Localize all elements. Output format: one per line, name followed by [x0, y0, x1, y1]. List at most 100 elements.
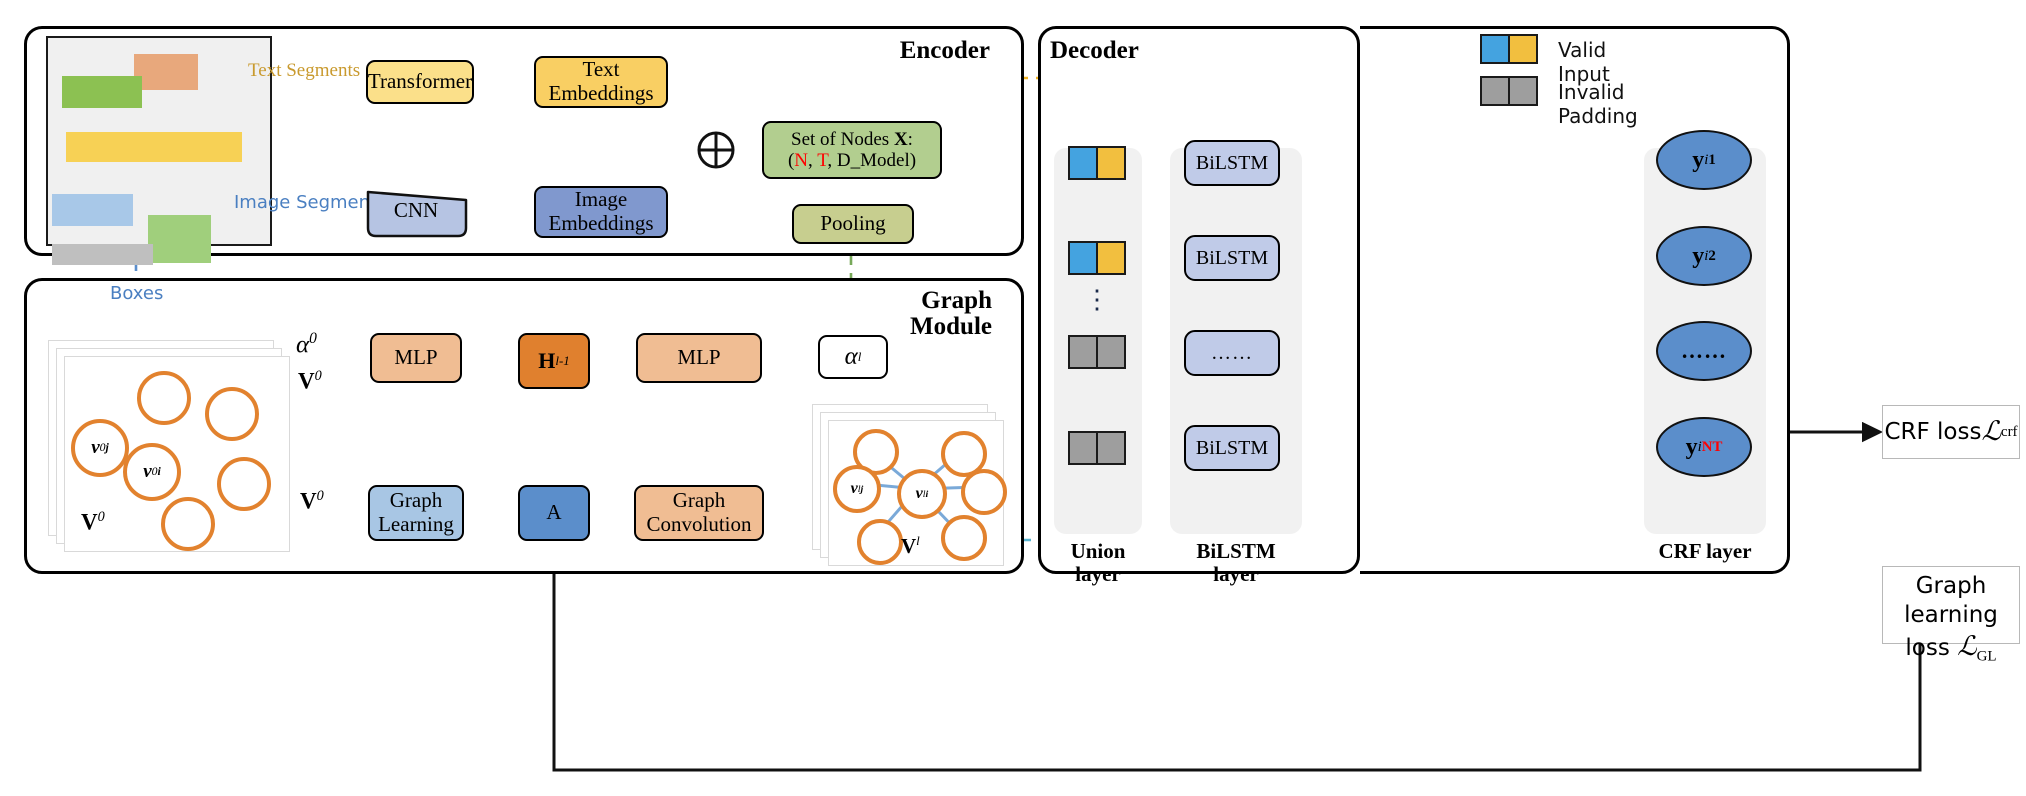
- legend-label-padding: Invalid Padding: [1558, 80, 1638, 128]
- graph-node: [205, 387, 259, 441]
- dim-model: D_Model: [836, 150, 910, 171]
- union-tile-valid-2[interactable]: [1068, 241, 1126, 275]
- bilstm-cell-ellipsis: ……: [1184, 330, 1280, 376]
- legend-label-valid: Valid Input: [1558, 38, 1610, 86]
- graph-node: [961, 469, 1007, 515]
- graph-node: [217, 457, 271, 511]
- crf-loss-prefix: CRF loss: [1884, 418, 1982, 445]
- cnn-label: CNN: [393, 198, 439, 222]
- doc-segment: [52, 194, 133, 226]
- bilstm-cell-4[interactable]: BiLSTM: [1184, 425, 1280, 471]
- input-node-sheet-front: v0j v0i V0: [64, 356, 290, 552]
- dim-t: T: [817, 150, 828, 171]
- transformer-box[interactable]: Transformer: [366, 60, 474, 104]
- graph-node-vjl: vlj: [833, 465, 881, 513]
- node-vjl-sub: j: [860, 483, 864, 495]
- crf-node-ynt[interactable]: y i NT: [1656, 417, 1752, 477]
- graph-learning-loss-box: Graph learning loss ℒGL: [1882, 566, 2020, 665]
- alpha-out-box[interactable]: αl: [818, 335, 888, 379]
- h-base: H: [538, 347, 556, 373]
- node-vj0-base: v: [91, 437, 100, 458]
- doc-segment: [66, 132, 242, 162]
- alpha0-base: α: [296, 331, 310, 359]
- diagram-root: Encoder Text Segments Image Segments Tra…: [0, 0, 2026, 796]
- encoder-title: Encoder: [899, 37, 990, 64]
- node-vi0-base: v: [143, 461, 152, 482]
- alpha-out-base: α: [844, 343, 858, 370]
- graph-node: [941, 515, 987, 561]
- crf-ynt-base: y: [1685, 433, 1698, 460]
- output-node-sheet-front: vlj vli Vl: [828, 420, 1007, 566]
- crf-ynt-sub: NT: [1701, 438, 1723, 455]
- pooling-box[interactable]: Pooling: [792, 204, 914, 244]
- v0-label-base: V: [81, 509, 98, 535]
- union-tile-ellipsis: ⋮: [1084, 285, 1110, 314]
- legend-swatch-valid: [1480, 34, 1538, 64]
- crf-loss-subscript: crf: [2000, 423, 2018, 440]
- vl-label-sup: l: [916, 533, 920, 548]
- crf-loss-box: CRF loss ℒcrf: [1882, 405, 2020, 459]
- cnn-box[interactable]: CNN: [362, 188, 470, 240]
- set-of-nodes-suffix: :: [907, 128, 913, 150]
- set-of-nodes-box[interactable]: Set of Nodes X: (N, T, D_Model): [762, 121, 942, 179]
- node-vjl-base: v: [850, 480, 858, 497]
- v0-lower-base: V: [300, 488, 317, 514]
- text-embeddings-box[interactable]: Text Embeddings: [534, 56, 668, 108]
- v0-label-upper: V0: [298, 368, 322, 395]
- graph-node-vi0: v0i: [123, 443, 181, 501]
- node-vi0-sub: i: [157, 465, 161, 478]
- crf-node-ellipsis: ……: [1656, 321, 1752, 381]
- graph-node: [857, 519, 903, 565]
- edge-label-boxes: Boxes: [110, 283, 164, 304]
- graph-node: [161, 497, 215, 551]
- h-box[interactable]: Hl-1: [518, 333, 590, 389]
- image-embeddings-box[interactable]: Image Embeddings: [534, 186, 668, 238]
- doc-segment: [148, 215, 211, 263]
- union-tile-padding-1[interactable]: [1068, 335, 1126, 369]
- sum-operator-icon: [696, 130, 736, 170]
- mlp-left-box[interactable]: MLP: [370, 333, 462, 383]
- alpha0-label: α0: [296, 330, 317, 359]
- graph-node: [137, 371, 191, 425]
- dim-sep-2: ,: [827, 150, 837, 171]
- node-vil-sub: i: [925, 488, 929, 500]
- crf-y1-sub: 1: [1708, 151, 1716, 168]
- union-layer-label: Union layer: [1070, 539, 1126, 587]
- alpha-out-sup: l: [857, 348, 862, 364]
- decoder-title: Decoder: [1050, 37, 1139, 64]
- vl-sheet-label: Vl: [901, 533, 920, 559]
- crf-y2-sub: 2: [1708, 247, 1716, 264]
- set-of-nodes-prefix: Set of Nodes: [791, 128, 894, 150]
- node-vil-base: v: [915, 485, 923, 502]
- document-preview: [46, 36, 272, 265]
- crf-y1-base: y: [1692, 146, 1705, 173]
- v0-label-sup: 0: [97, 509, 105, 525]
- crf-node-y2[interactable]: yi2: [1656, 226, 1752, 286]
- v0-label-lower: V0: [300, 488, 324, 515]
- doc-segment: [52, 244, 153, 265]
- legend-swatch-padding: [1480, 76, 1538, 106]
- graph-learning-box[interactable]: Graph Learning: [368, 485, 464, 541]
- graph-node-vil: vli: [897, 469, 947, 519]
- h-sup: l-1: [555, 352, 570, 368]
- graph-convolution-box[interactable]: Graph Convolution: [634, 485, 764, 541]
- gl-loss-symbol: ℒ: [1957, 630, 1977, 661]
- dim-n: N: [794, 150, 809, 171]
- bilstm-layer-label: BiLSTM layer: [1196, 539, 1276, 587]
- node-vj0-sub: j: [105, 441, 109, 454]
- v0-upper-sup: 0: [314, 368, 322, 384]
- graph-node-vj0: v0j: [71, 419, 129, 477]
- bilstm-cell-1[interactable]: BiLSTM: [1184, 140, 1280, 186]
- mlp-right-box[interactable]: MLP: [636, 333, 762, 383]
- union-tile-valid-1[interactable]: [1068, 146, 1126, 180]
- crf-node-y1[interactable]: yi1: [1656, 130, 1752, 190]
- union-tile-padding-2[interactable]: [1068, 431, 1126, 465]
- bilstm-cell-2[interactable]: BiLSTM: [1184, 235, 1280, 281]
- v0-sheet-label: V0: [81, 509, 105, 536]
- crf-loss-symbol: ℒ: [1981, 416, 2001, 447]
- adjacency-box[interactable]: A: [518, 485, 590, 541]
- alpha0-sup: 0: [309, 330, 317, 347]
- edge-label-text-segments: Text Segments: [248, 60, 361, 81]
- dim-close: ): [909, 150, 917, 171]
- doc-segment: [62, 76, 142, 108]
